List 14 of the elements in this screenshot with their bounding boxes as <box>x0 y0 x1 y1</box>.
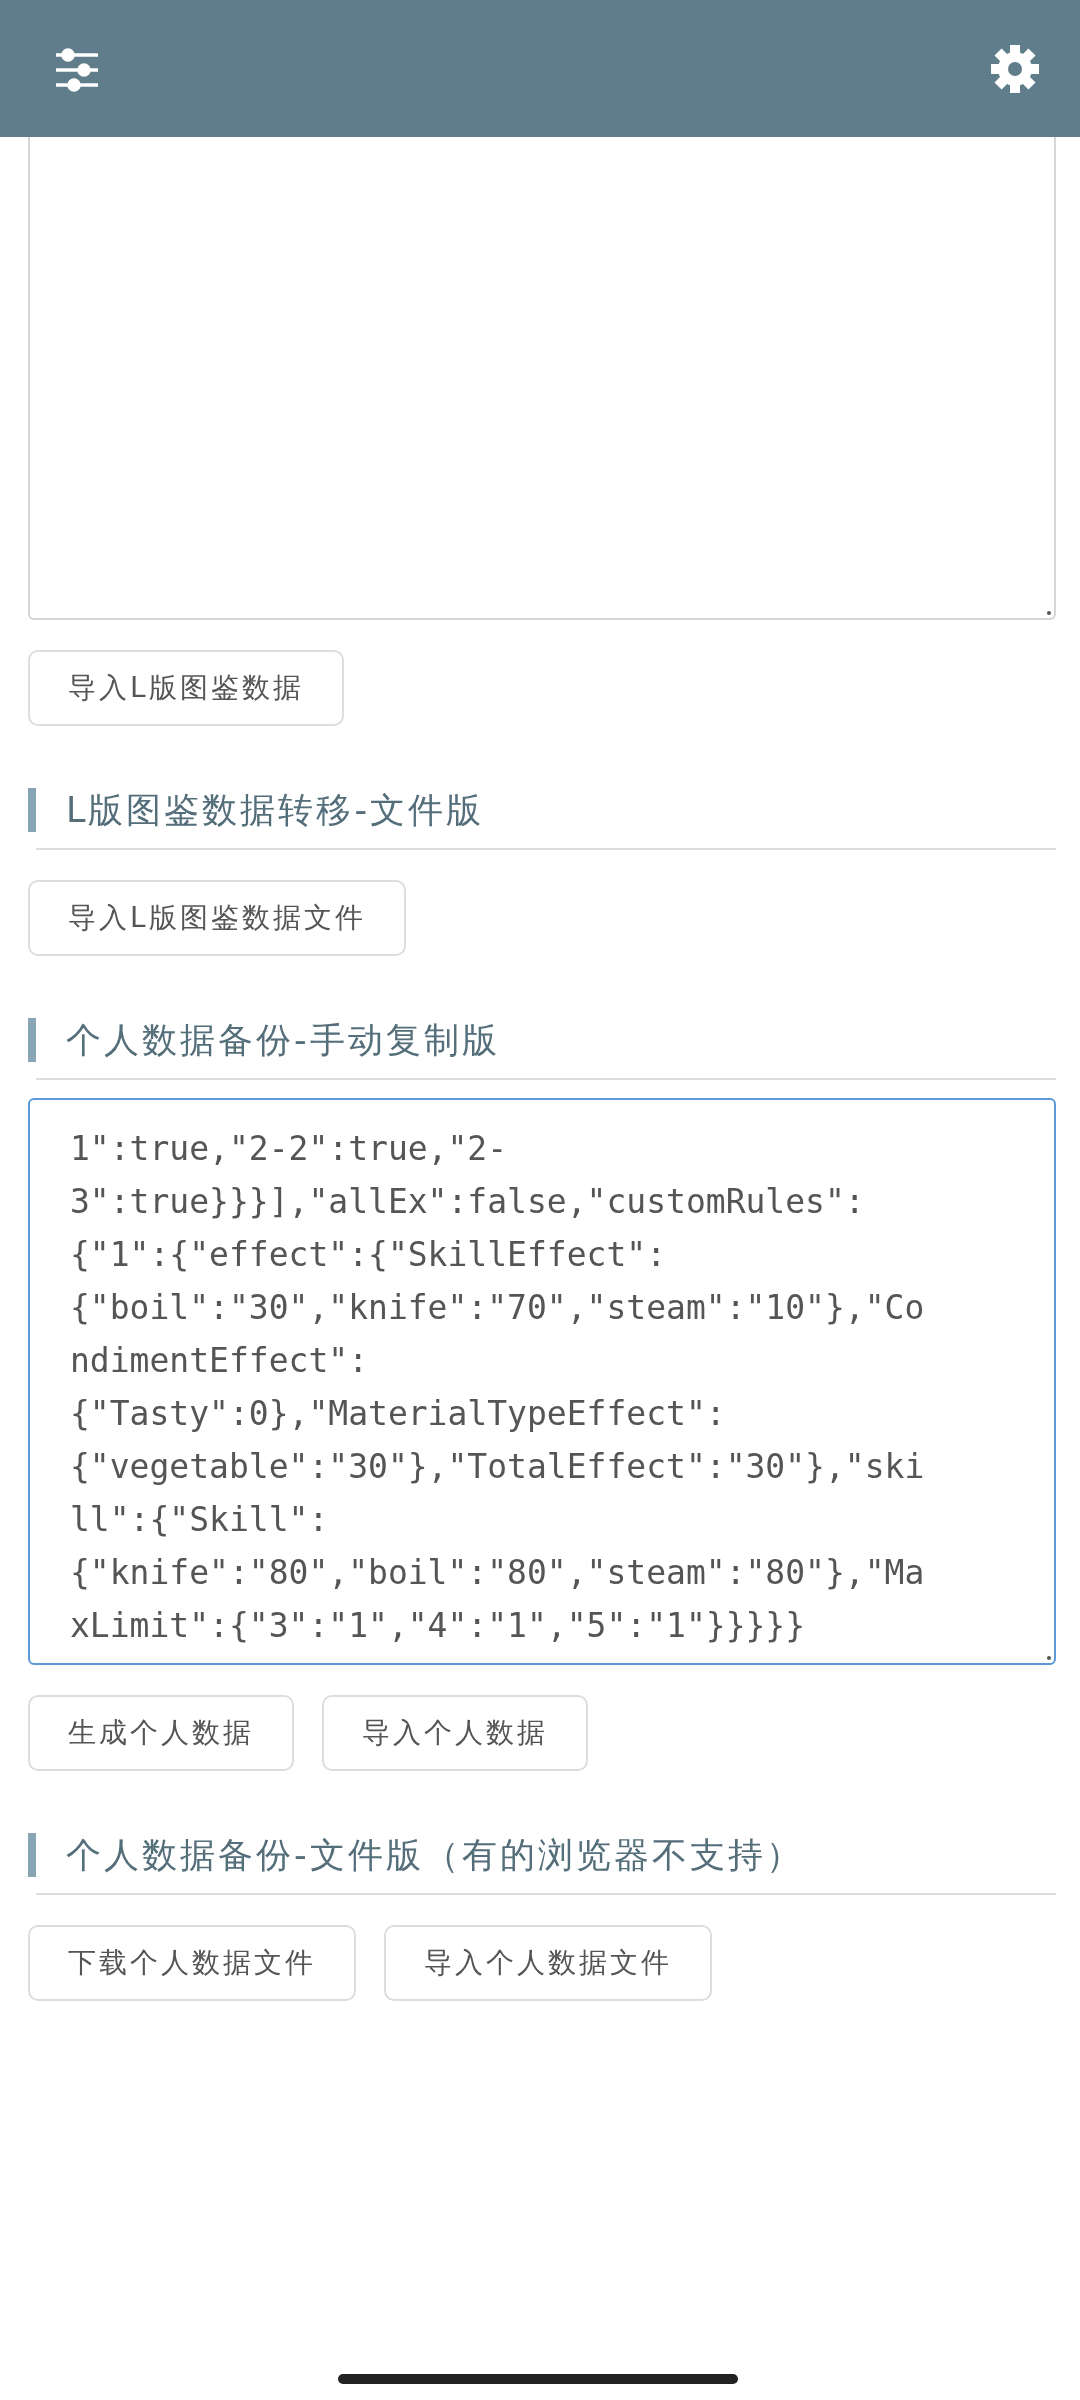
action-button[interactable]: 下载个人数据文件 <box>28 1925 356 2001</box>
action-button[interactable]: 导入个人数据 <box>322 1695 588 1771</box>
text-area[interactable]: 1":true,"2-2":true,"2- 3":true}}}],"allEx":false,"customRules": {"1":{"effect":{"SkillEffect": {"boil":"30","knife":"70","steam":"10"},"Co ndimentEffect": {"Tasty":0},"MaterialTypeEffect": {"vegetable":"30"},"TotalEffect":"30"},"ski ll":{"Skill": {"knife":"80","boil":"80","steam":"80"},"Ma xLimit":{"3":"1","4":"1","5":"1"}}}}} <box>28 1098 1056 1665</box>
action-button[interactable]: 导入L版图鉴数据 <box>28 650 344 726</box>
section-heading: 个人数据备份-手动复制版 <box>28 1018 1056 1062</box>
action-button[interactable]: 导入个人数据文件 <box>384 1925 712 2001</box>
resize-grip-icon[interactable] <box>1046 610 1052 616</box>
section-heading: L版图鉴数据转移-文件版 <box>28 788 1056 832</box>
sliders-icon[interactable] <box>54 45 100 92</box>
settings-icon[interactable] <box>990 43 1040 94</box>
action-button[interactable]: 导入L版图鉴数据文件 <box>28 880 406 956</box>
action-button[interactable]: 生成个人数据 <box>28 1695 294 1771</box>
resize-grip-icon[interactable] <box>1046 1655 1052 1661</box>
section-heading: 个人数据备份-文件版（有的浏览器不支持） <box>28 1833 1056 1877</box>
